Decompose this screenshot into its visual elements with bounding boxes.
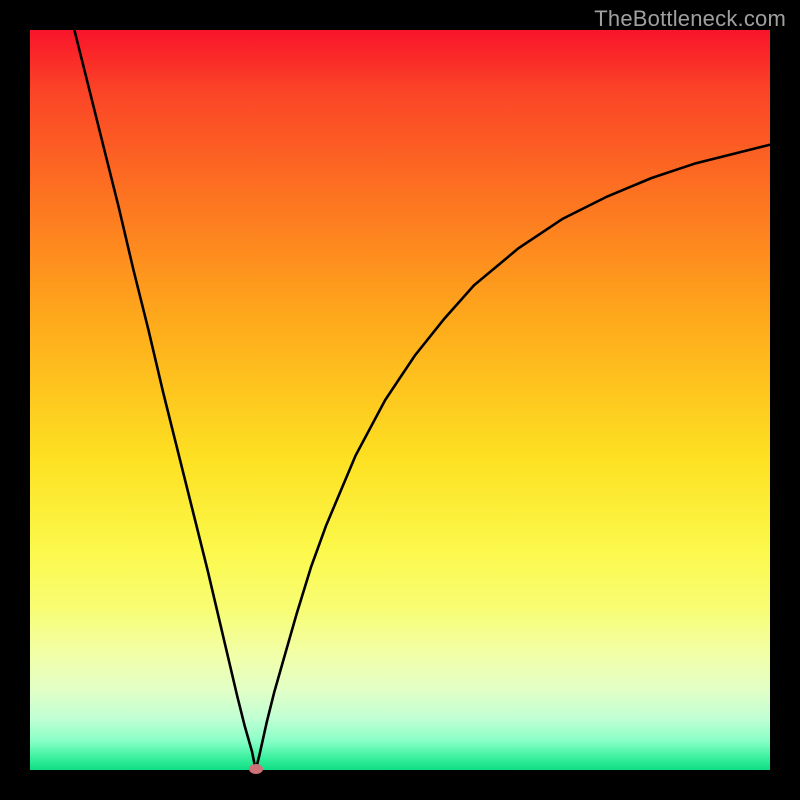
minimum-marker — [249, 764, 263, 774]
watermark-text: TheBottleneck.com — [594, 6, 786, 32]
plot-area — [30, 30, 770, 770]
chart-frame: TheBottleneck.com — [0, 0, 800, 800]
curve-svg — [30, 30, 770, 770]
bottleneck-curve — [74, 30, 770, 770]
